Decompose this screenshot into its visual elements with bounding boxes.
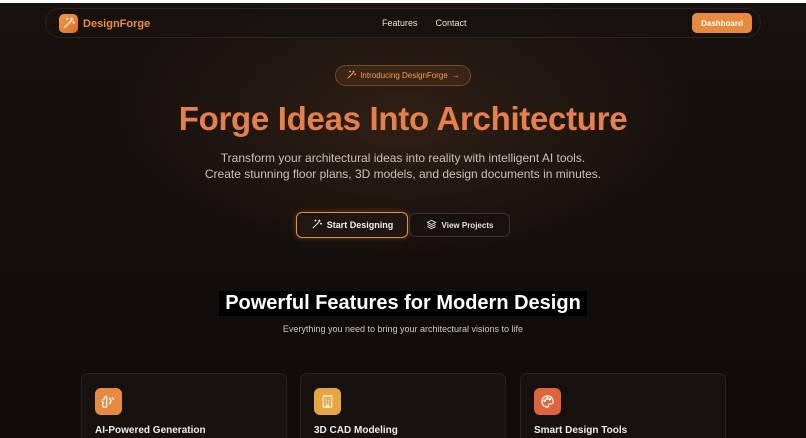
nav-link-features[interactable]: Features bbox=[382, 18, 418, 28]
nav-links: Features Contact bbox=[382, 18, 467, 28]
feature-card-title: Smart Design Tools bbox=[534, 425, 628, 436]
hero-subtitle: Transform your architectural ideas into … bbox=[204, 151, 602, 181]
feature-card-smart-tools[interactable]: Smart Design Tools bbox=[520, 373, 726, 438]
brain-icon bbox=[95, 388, 122, 415]
dashboard-button[interactable]: Dashboard bbox=[692, 13, 752, 33]
layers-icon bbox=[426, 219, 437, 232]
feature-card-3d-cad[interactable]: 3D CAD Modeling bbox=[300, 373, 506, 438]
feature-card-title: AI-Powered Generation bbox=[95, 425, 206, 436]
intro-badge-label: Introducing DesignForge bbox=[360, 71, 448, 80]
wand-icon bbox=[311, 219, 322, 232]
hero-title: Forge Ideas Into Architecture bbox=[178, 100, 628, 137]
view-projects-label: View Projects bbox=[441, 220, 494, 230]
features-title: Powerful Features for Modern Design bbox=[219, 291, 587, 316]
building-icon bbox=[314, 388, 341, 415]
sparkle-wand-icon bbox=[346, 69, 357, 82]
arrow-right-icon: → bbox=[451, 71, 460, 80]
feature-card-ai-generation[interactable]: AI-Powered Generation bbox=[81, 373, 287, 438]
feature-card-title: 3D CAD Modeling bbox=[314, 425, 398, 436]
navbar: DesignForge Features Contact Dashboard bbox=[45, 8, 761, 38]
start-designing-label: Start Designing bbox=[326, 220, 394, 230]
brand-logo[interactable]: DesignForge bbox=[59, 14, 150, 33]
intro-badge[interactable]: Introducing DesignForge → bbox=[335, 65, 471, 86]
wand-icon bbox=[59, 14, 78, 33]
view-projects-button[interactable]: View Projects bbox=[409, 213, 510, 237]
brand-name: DesignForge bbox=[83, 17, 151, 30]
features-subtitle: Everything you need to bring your archit… bbox=[282, 324, 524, 334]
nav-link-contact[interactable]: Contact bbox=[436, 18, 467, 28]
palette-icon bbox=[534, 388, 561, 415]
start-designing-button[interactable]: Start Designing bbox=[296, 212, 408, 238]
